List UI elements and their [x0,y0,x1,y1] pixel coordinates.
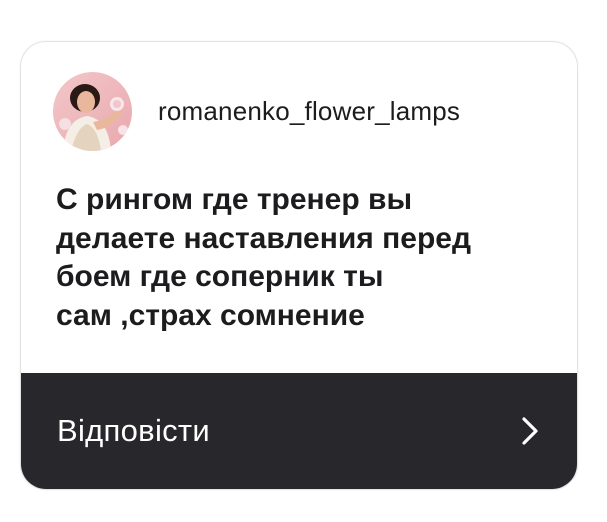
message-text: С рингом где тренер вы делаете наставлен… [56,183,471,332]
message-header: romanenko_flower_lamps [53,71,460,151]
reply-button[interactable]: Відповісти [21,373,577,489]
reply-label: Відповісти [57,413,211,448]
message-card: romanenko_flower_lamps С рингом где трен… [20,41,578,490]
avatar[interactable] [53,71,132,151]
username[interactable]: romanenko_flower_lamps [158,96,460,127]
chevron-right-icon [522,417,538,445]
profile-photo-icon [53,71,132,151]
